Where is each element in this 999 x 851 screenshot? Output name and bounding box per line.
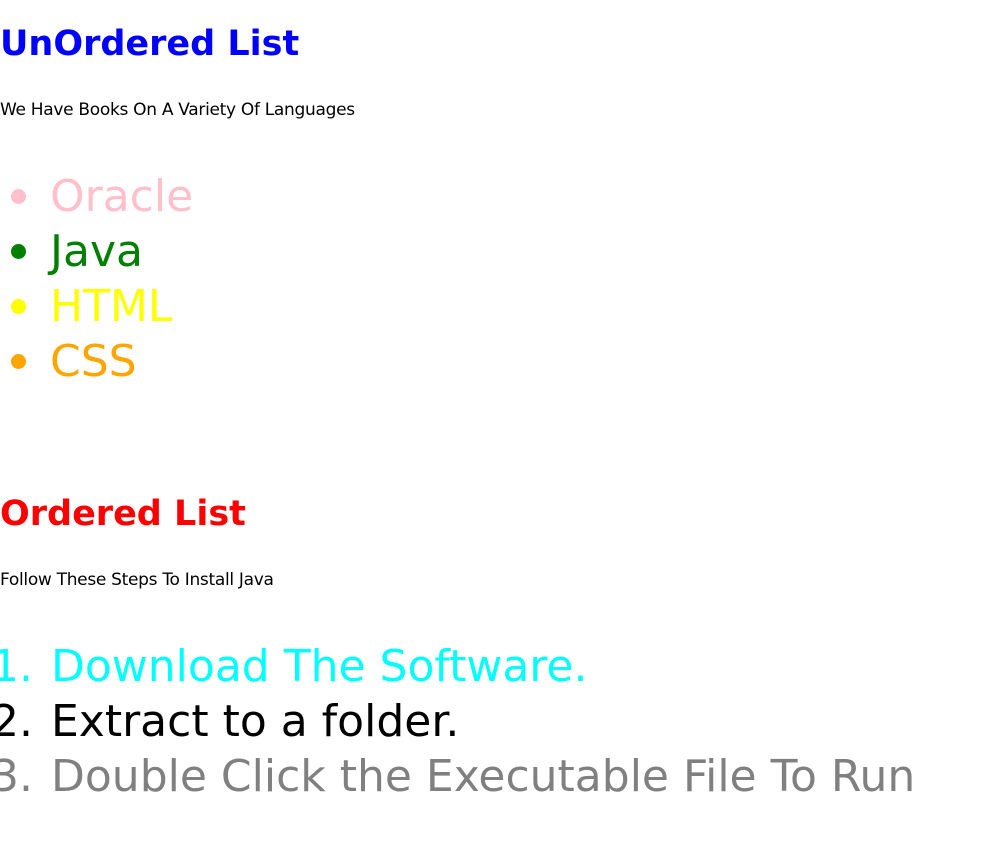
list-item-label: CSS xyxy=(50,336,137,387)
ordered-list-intro: Follow These Steps To Install Java xyxy=(0,570,274,590)
bullet-icon xyxy=(11,244,26,259)
bullet-icon xyxy=(11,354,26,369)
unordered-list-heading: UnOrdered List xyxy=(0,24,300,64)
list-item-label: Download The Software. xyxy=(51,641,588,692)
list-item-label: Extract to a folder. xyxy=(51,696,460,747)
bullet-icon xyxy=(11,189,26,204)
list-item-number: 3. xyxy=(0,751,33,802)
list-item-label: HTML xyxy=(50,281,173,332)
unordered-list-intro: We Have Books On A Variety Of Languages xyxy=(0,100,355,120)
list-item-label: Oracle xyxy=(50,171,194,222)
list-item-label: Double Click the Executable File To Run xyxy=(51,751,916,802)
list-item-number: 1. xyxy=(0,641,33,692)
list-item-number: 2. xyxy=(0,696,33,747)
ordered-list-heading: Ordered List xyxy=(0,494,246,534)
list-item-label: Java xyxy=(50,226,143,277)
bullet-icon xyxy=(11,299,26,314)
